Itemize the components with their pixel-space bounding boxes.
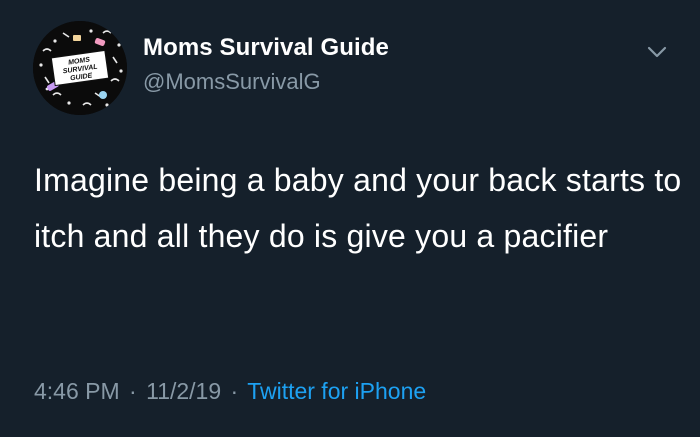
tweet-metadata: 4:46 PM · 11/2/19 · Twitter for iPhone xyxy=(34,376,426,406)
avatar-logo-image: MOMS SURVIVAL GUIDE xyxy=(33,21,127,115)
separator-dot: · xyxy=(129,378,137,404)
chevron-down-icon[interactable] xyxy=(645,42,669,62)
tweet-card: MOMS SURVIVAL GUIDE Moms Survival Guide … xyxy=(0,0,700,437)
tweet-time[interactable]: 4:46 PM xyxy=(34,378,120,404)
tweet-date[interactable]: 11/2/19 xyxy=(146,378,221,404)
author-avatar[interactable]: MOMS SURVIVAL GUIDE xyxy=(33,21,127,115)
author-handle[interactable]: @MomsSurvivalG xyxy=(143,68,389,96)
tweet-source-link[interactable]: Twitter for iPhone xyxy=(247,378,426,404)
tweet-text: Imagine being a baby and your back start… xyxy=(34,162,682,254)
author-display-name[interactable]: Moms Survival Guide xyxy=(143,34,389,62)
separator-dot: · xyxy=(230,378,239,404)
author-info: Moms Survival Guide @MomsSurvivalG xyxy=(143,34,389,96)
